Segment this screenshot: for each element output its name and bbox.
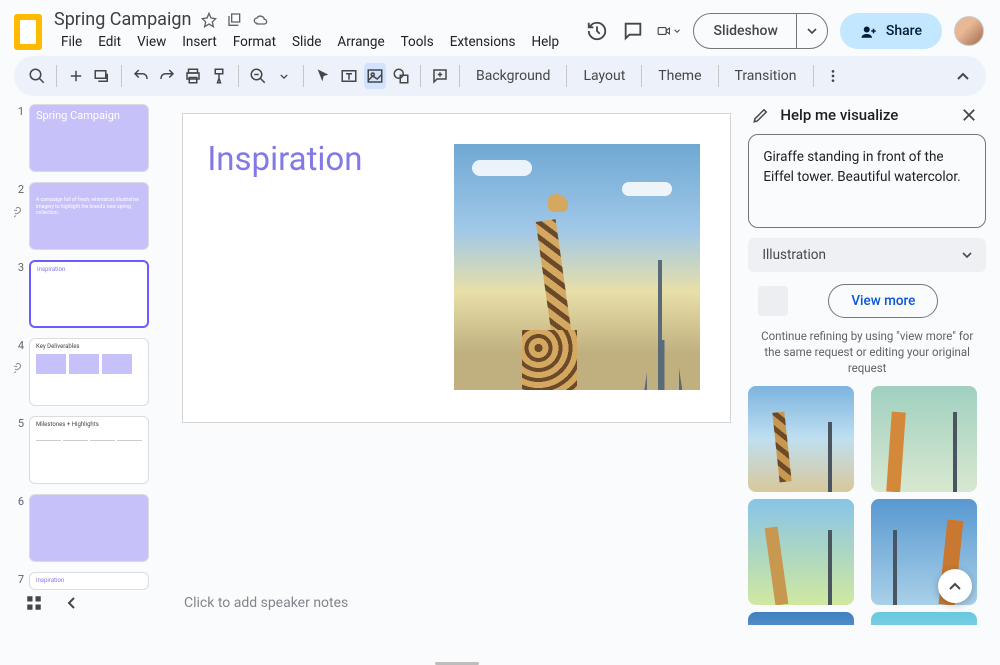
avatar[interactable]: [954, 16, 984, 46]
close-icon[interactable]: [960, 106, 978, 124]
menu-slide[interactable]: Slide: [285, 31, 328, 53]
share-button[interactable]: Share: [840, 13, 942, 49]
style-preview-chip[interactable]: [758, 286, 788, 316]
slide-thumb-5[interactable]: Milestones + Highlights: [29, 416, 149, 484]
ai-hint-text: Continue refining by using "view more" f…: [748, 328, 986, 386]
slide-number: 4: [14, 338, 24, 406]
slide-filmstrip[interactable]: 1 Spring Campaign 2 A campaign full of f…: [14, 104, 165, 625]
slide-thumb-3[interactable]: Inspiration: [29, 260, 149, 328]
theme-button[interactable]: Theme: [650, 68, 709, 84]
background-button[interactable]: Background: [468, 68, 558, 84]
zoom-icon[interactable]: [247, 63, 269, 89]
cloud-icon[interactable]: [253, 12, 269, 28]
generated-image[interactable]: [871, 386, 977, 492]
shape-icon[interactable]: [390, 63, 412, 89]
pencil-icon: [752, 106, 770, 124]
select-tool-icon[interactable]: [312, 63, 334, 89]
slideshow-button[interactable]: Slideshow: [693, 13, 828, 49]
slide-number: 5: [14, 416, 24, 484]
ai-style-value: Illustration: [762, 247, 826, 263]
main-toolbar: Background Layout Theme Transition: [14, 56, 986, 96]
doc-title[interactable]: Spring Campaign: [54, 9, 191, 30]
slide-thumb-6[interactable]: [29, 494, 149, 562]
print-icon[interactable]: [182, 63, 204, 89]
chevron-down-icon: [962, 252, 972, 258]
star-icon[interactable]: [201, 12, 217, 28]
view-more-button[interactable]: View more: [828, 284, 938, 318]
paint-format-icon[interactable]: [208, 63, 230, 89]
menu-format[interactable]: Format: [226, 31, 283, 53]
menu-arrange[interactable]: Arrange: [330, 31, 391, 53]
slide-thumb-1[interactable]: Spring Campaign: [29, 104, 149, 172]
undo-icon[interactable]: [130, 63, 152, 89]
menu-view[interactable]: View: [130, 31, 173, 53]
slide-number: 3: [14, 260, 24, 328]
menu-tools[interactable]: Tools: [394, 31, 441, 53]
meet-button[interactable]: [657, 19, 681, 43]
menu-extensions[interactable]: Extensions: [443, 31, 523, 53]
ai-style-select[interactable]: Illustration: [748, 238, 986, 272]
slideshow-dropdown[interactable]: [797, 14, 827, 48]
slideshow-label[interactable]: Slideshow: [694, 14, 797, 48]
menu-help[interactable]: Help: [524, 31, 566, 53]
history-icon[interactable]: [585, 19, 609, 43]
search-icon[interactable]: [26, 63, 48, 89]
new-slide-icon[interactable]: [65, 63, 87, 89]
zoom-dropdown-icon[interactable]: [273, 63, 295, 89]
collapse-filmstrip-icon[interactable]: [56, 596, 88, 610]
ai-prompt-input[interactable]: Giraffe standing in front of the Eiffel …: [748, 134, 986, 228]
generated-image[interactable]: [748, 386, 854, 492]
speaker-notes-input[interactable]: Click to add speaker notes: [88, 595, 740, 611]
collapse-toolbar-icon[interactable]: [952, 63, 974, 89]
image-icon[interactable]: [364, 63, 386, 89]
redo-icon[interactable]: [156, 63, 178, 89]
canvas-title-text[interactable]: Inspiration: [207, 140, 362, 179]
link-icon: [14, 362, 22, 374]
share-label: Share: [886, 23, 922, 39]
grid-view-icon[interactable]: [12, 581, 56, 625]
menu-edit[interactable]: Edit: [91, 31, 128, 53]
help-me-visualize-panel: Help me visualize Giraffe standing in fr…: [748, 104, 1000, 625]
transition-button[interactable]: Transition: [727, 68, 805, 84]
slide-thumb-4[interactable]: Key Deliverables: [29, 338, 149, 406]
generated-image[interactable]: [871, 612, 977, 625]
canvas-area: Inspiration: [165, 104, 748, 625]
move-icon[interactable]: [227, 12, 243, 28]
link-icon: [14, 206, 22, 218]
canvas-generated-image[interactable]: [454, 144, 700, 390]
menu-bar: File Edit View Insert Format Slide Arran…: [54, 31, 585, 53]
menu-file[interactable]: File: [54, 31, 89, 53]
generated-image[interactable]: [748, 612, 854, 625]
slide-number: 2: [14, 182, 24, 250]
slides-app-icon[interactable]: [14, 14, 42, 50]
new-slide-layout-icon[interactable]: [91, 63, 113, 89]
comment-icon[interactable]: [621, 19, 645, 43]
slide-number: 1: [14, 104, 24, 172]
more-icon[interactable]: [822, 63, 844, 89]
generated-image[interactable]: [748, 499, 854, 605]
ai-panel-title: Help me visualize: [780, 106, 950, 124]
layout-button[interactable]: Layout: [575, 68, 633, 84]
slide-number: 6: [14, 494, 24, 562]
slide-canvas[interactable]: Inspiration: [183, 114, 730, 422]
menu-insert[interactable]: Insert: [175, 31, 224, 53]
comment-add-icon[interactable]: [429, 63, 451, 89]
explore-fab[interactable]: [938, 569, 972, 603]
textbox-icon[interactable]: [338, 63, 360, 89]
slide-thumb-2[interactable]: A campaign full of fresh, whimsical, ill…: [29, 182, 149, 250]
